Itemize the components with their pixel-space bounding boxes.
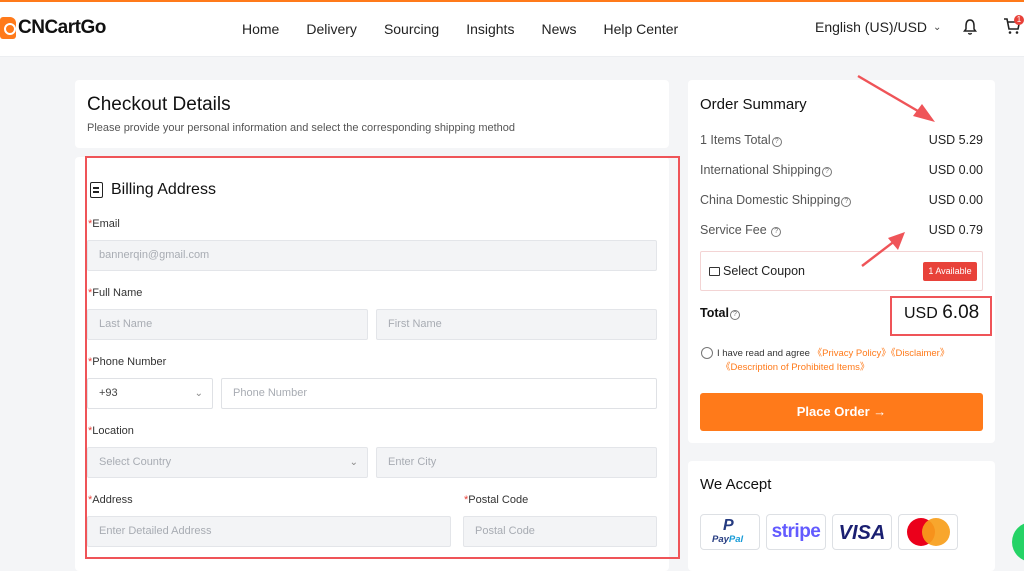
nav-insights[interactable]: Insights	[466, 21, 514, 37]
help-icon[interactable]: ?	[821, 167, 832, 177]
help-icon[interactable]: ?	[771, 227, 782, 237]
total-currency: USD	[904, 305, 943, 322]
summary-row-label: International Shipping	[700, 163, 821, 177]
nav-news[interactable]: News	[541, 21, 576, 37]
total-amount: 6.08	[942, 302, 980, 323]
mastercard-yellow-circle-icon	[922, 518, 950, 546]
stripe-wordmark: stripe	[771, 521, 821, 542]
coupon-available-badge: 1 Available	[923, 262, 977, 281]
total-label: Total?	[700, 306, 740, 320]
total-value: USD 6.08	[904, 302, 979, 324]
nav-delivery[interactable]: Delivery	[306, 21, 357, 37]
paypal-wordmark: PayPal	[712, 534, 744, 545]
place-order-button[interactable]: Place Order →	[700, 393, 983, 431]
billing-header: Billing Address	[90, 181, 216, 199]
disclaimer-link[interactable]: 《Disclaimer》	[891, 348, 950, 359]
agree-radio[interactable]	[701, 347, 713, 359]
summary-row-items-total: 1 Items Total? USD 5.29	[700, 133, 983, 147]
first-name-input[interactable]: First Name	[376, 309, 657, 340]
postal-code-label: *Postal Code	[464, 494, 529, 506]
chevron-down-icon: ⌄	[349, 457, 358, 468]
chevron-down-icon: ⌄	[194, 388, 203, 399]
nav-sourcing[interactable]: Sourcing	[384, 21, 439, 37]
main-nav: Home Delivery Sourcing Insights News Hel…	[242, 0, 705, 57]
paypal-icon: P	[723, 517, 734, 534]
last-name-input[interactable]: Last Name	[87, 309, 368, 340]
summary-row-value: USD 0.79	[928, 223, 983, 237]
help-icon[interactable]: ?	[729, 310, 740, 320]
summary-row-value: USD 0.00	[928, 163, 983, 177]
location-label: *Location	[88, 425, 134, 437]
agree-text: I have read and agree	[717, 348, 813, 359]
annotation-arrow-icon	[857, 74, 935, 122]
city-input[interactable]: Enter City	[376, 447, 657, 478]
language-selector[interactable]: English (US)/USD ⌄	[815, 19, 941, 35]
checkout-subtitle: Please provide your personal information…	[87, 122, 516, 134]
select-coupon-button[interactable]: Select Coupon 1 Available	[700, 251, 983, 291]
phone-code-value: +93	[99, 387, 118, 399]
full-name-label: *Full Name	[88, 287, 143, 299]
paypal-logo: P PayPal	[700, 514, 760, 550]
chevron-down-icon: ⌄	[933, 21, 942, 33]
summary-row-international-shipping: International Shipping? USD 0.00	[700, 163, 983, 177]
visa-wordmark: VISA	[838, 522, 886, 544]
summary-row-service-fee: Service Fee ? USD 0.79	[700, 223, 983, 237]
order-summary-title: Order Summary	[700, 96, 807, 113]
nav-help-center[interactable]: Help Center	[603, 21, 678, 37]
language-label: English (US)/USD	[815, 19, 928, 35]
we-accept-title: We Accept	[700, 476, 772, 493]
postal-code-input[interactable]: Postal Code	[463, 516, 657, 547]
privacy-policy-link[interactable]: 《Privacy Policy》	[813, 348, 891, 359]
chat-button[interactable]	[1012, 522, 1024, 562]
checkout-details-card: Checkout Details Please provide your per…	[75, 80, 669, 148]
summary-row-label: Service Fee	[700, 223, 771, 237]
address-input[interactable]: Enter Detailed Address	[87, 516, 451, 547]
email-field[interactable]: bannerqin@gmail.com	[87, 240, 657, 271]
document-icon	[90, 182, 103, 198]
nav-home[interactable]: Home	[242, 21, 279, 37]
country-select[interactable]: Select Country ⌄	[87, 447, 368, 478]
phone-label: *Phone Number	[88, 356, 167, 368]
help-icon[interactable]: ?	[771, 137, 782, 147]
address-label: *Address	[88, 494, 133, 506]
country-placeholder: Select Country	[99, 456, 172, 468]
summary-row-label: 1 Items Total	[700, 133, 771, 147]
bag-logo-icon	[0, 17, 16, 39]
prohibited-items-link[interactable]: 《Description of Prohibited Items》	[721, 361, 869, 375]
summary-row-value: USD 0.00	[928, 193, 983, 207]
checkout-title: Checkout Details	[87, 94, 231, 115]
help-icon[interactable]: ?	[841, 197, 852, 207]
cart-count-badge: 1	[1014, 15, 1024, 25]
phone-number-input[interactable]: Phone Number	[221, 378, 657, 409]
ticket-icon	[709, 267, 720, 276]
brand-logo[interactable]: CNCartGo	[0, 14, 106, 42]
summary-row-value: USD 5.29	[928, 133, 983, 147]
highlight-box-billing	[85, 156, 680, 559]
bell-icon[interactable]	[962, 18, 978, 36]
annotation-arrow-icon	[861, 232, 905, 267]
coupon-label: Select Coupon	[723, 264, 806, 278]
brand-name: CNCartGo	[18, 17, 106, 38]
summary-row-domestic-shipping: China Domestic Shipping? USD 0.00	[700, 193, 983, 207]
stripe-logo: stripe	[766, 514, 826, 550]
summary-row-label: China Domestic Shipping	[700, 193, 841, 207]
mastercard-logo	[898, 514, 958, 550]
phone-code-select[interactable]: +93 ⌄	[87, 378, 213, 409]
email-label: *Email	[88, 218, 120, 230]
billing-title: Billing Address	[111, 181, 216, 198]
visa-logo: VISA	[832, 514, 892, 550]
